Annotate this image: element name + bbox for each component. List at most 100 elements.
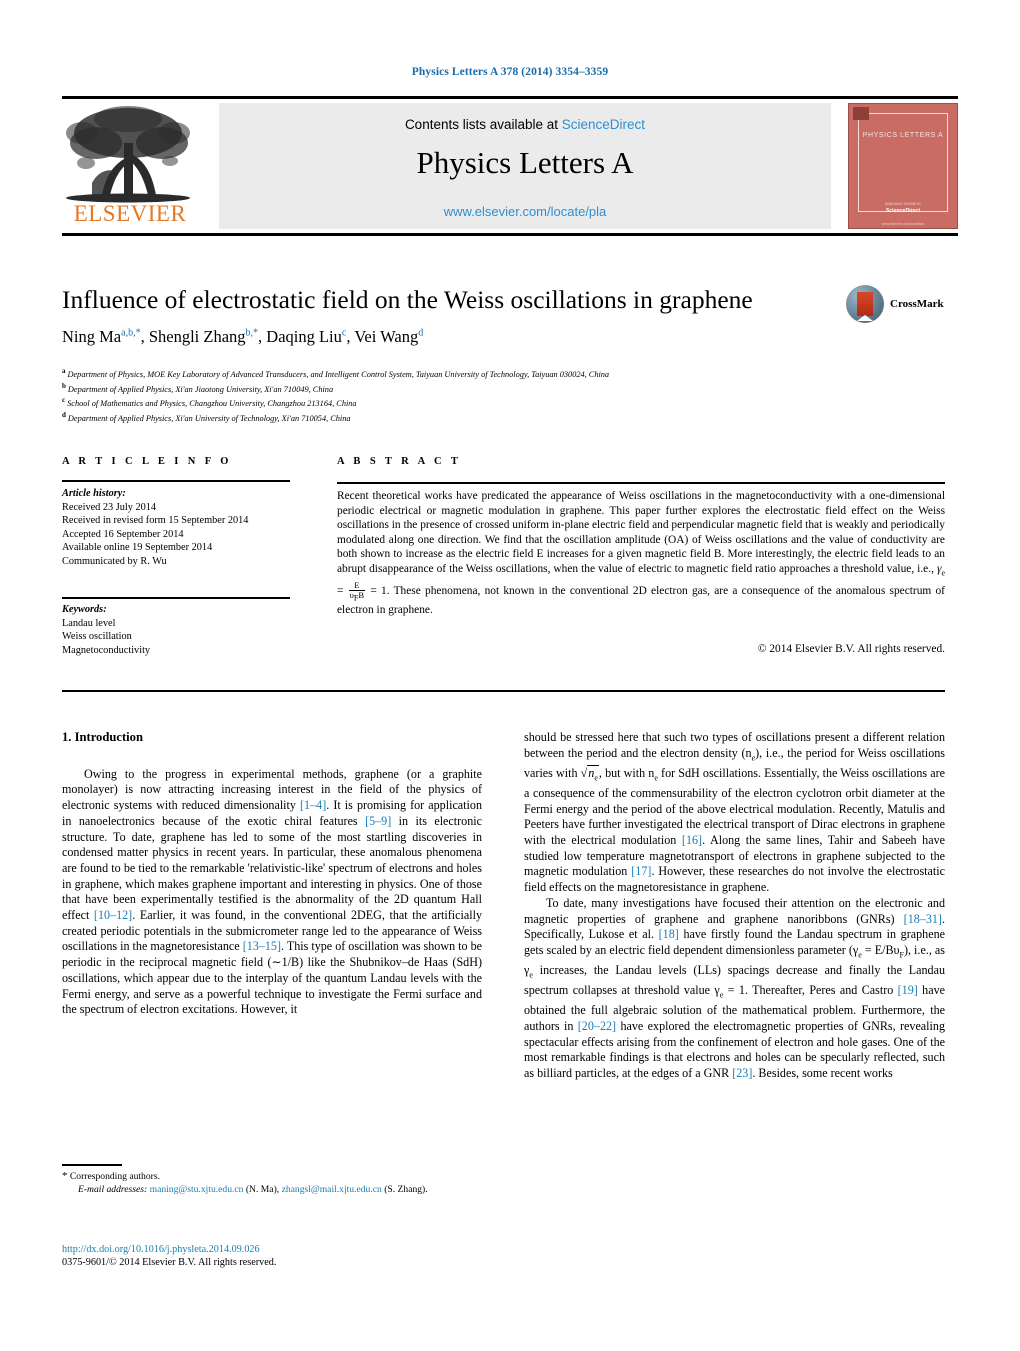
citation-ref[interactable]: [10–12] bbox=[94, 908, 132, 922]
doi-link[interactable]: http://dx.doi.org/10.1016/j.physleta.201… bbox=[62, 1243, 482, 1256]
cover-foot-sciencedirect: ScienceDirect bbox=[885, 208, 921, 214]
paragraph: should be stressed here that such two ty… bbox=[524, 730, 945, 896]
citation-ref[interactable]: [19] bbox=[898, 983, 918, 997]
abstract-copyright: © 2014 Elsevier B.V. All rights reserved… bbox=[757, 643, 945, 655]
paragraph-text: , but with n bbox=[598, 765, 655, 780]
abstract-bottom-rule bbox=[62, 690, 945, 692]
formula-denominator: υFB bbox=[349, 589, 365, 603]
body-column-right: should be stressed here that such two ty… bbox=[524, 730, 945, 1082]
contents-banner: Contents lists available at ScienceDirec… bbox=[219, 103, 831, 229]
history-item: Received 23 July 2014 bbox=[62, 501, 157, 513]
formula-equals: = bbox=[337, 585, 348, 597]
masthead-bottom-rule bbox=[62, 233, 958, 236]
affiliation-mark: b bbox=[62, 381, 66, 390]
affiliation-mark: c bbox=[62, 396, 66, 405]
abstract-part-1: Recent theoretical works have predicated… bbox=[337, 490, 945, 575]
citation-ref[interactable]: [13–15] bbox=[243, 939, 281, 953]
abstract-part-2: These phenomena, not known in the conven… bbox=[337, 585, 945, 616]
history-item: Accepted 16 September 2014 bbox=[62, 528, 184, 540]
elsevier-wordmark: ELSEVIER bbox=[73, 201, 187, 226]
formula-tail: = 1. bbox=[366, 585, 390, 597]
crossmark-label: CrossMark bbox=[890, 298, 944, 310]
citation-ref[interactable]: [17] bbox=[631, 864, 651, 878]
affiliation-item: c School of Mathematics and Physics, Chan… bbox=[62, 395, 852, 410]
paragraph-text: = E/Bυ bbox=[861, 942, 900, 957]
elsevier-tree-icon bbox=[66, 106, 190, 203]
citation-ref[interactable]: [18–31] bbox=[904, 912, 942, 926]
author-marks: c bbox=[341, 327, 347, 339]
affiliation-mark: d bbox=[62, 410, 66, 419]
paper-page: Physics Letters A 378 (2014) 3354–3359 E… bbox=[0, 0, 1020, 1351]
formula-den-b: B bbox=[358, 589, 365, 600]
cover-journal-name: PHYSICS LETTERS A bbox=[862, 132, 944, 139]
keyword-item: Weiss oscillation bbox=[62, 631, 132, 643]
crossmark-book-icon bbox=[857, 292, 873, 321]
paragraph-text: = 1. Thereafter, Peres and Castro bbox=[723, 983, 898, 998]
masthead-top-rule bbox=[62, 96, 958, 99]
author-marks: a,b,* bbox=[121, 327, 141, 339]
history-item: Communicated by R. Wu bbox=[62, 555, 167, 567]
citation-ref[interactable]: [18] bbox=[659, 927, 679, 941]
crossmark-circle-icon bbox=[846, 285, 884, 323]
corresponding-authors-line: * Corresponding authors. bbox=[62, 1170, 482, 1184]
affiliation-item: b Department of Applied Physics, Xi'an Ji… bbox=[62, 381, 852, 396]
affiliation-item: d Department of Applied Physics, Xi'an Un… bbox=[62, 410, 852, 425]
doi-block: http://dx.doi.org/10.1016/j.physleta.201… bbox=[62, 1243, 482, 1270]
contents-available-line: Contents lists available at ScienceDirec… bbox=[219, 117, 831, 132]
paragraph-text: in its electronic structure. To date, gr… bbox=[62, 813, 483, 923]
sqrt-ne: √ne bbox=[580, 764, 599, 783]
formula-fraction: EυFB bbox=[348, 580, 366, 603]
contents-prefix: Contents lists available at bbox=[404, 117, 562, 132]
citation-ref[interactable]: [20–22] bbox=[578, 1019, 616, 1033]
keywords-label: Keywords: bbox=[62, 604, 107, 615]
affiliation-item: a Department of Physics, MOE Key Laborato… bbox=[62, 366, 852, 381]
citation-ref[interactable]: [5–9] bbox=[365, 814, 391, 828]
article-history-label: Article history: bbox=[62, 488, 126, 499]
issn-copyright-line: 0375-9601/© 2014 Elsevier B.V. All right… bbox=[62, 1257, 277, 1269]
history-item: Received in revised form 15 September 20… bbox=[62, 515, 249, 527]
section-heading-introduction: 1. Introduction bbox=[62, 730, 143, 744]
footnote-block: * Corresponding authors. E-mail addresse… bbox=[62, 1170, 482, 1196]
footnote-rule bbox=[62, 1164, 122, 1166]
keyword-item: Magnetoconductivity bbox=[62, 644, 151, 656]
corresponding-authors-text: Corresponding authors. bbox=[69, 1171, 160, 1182]
citation-ref[interactable]: [23] bbox=[732, 1066, 752, 1080]
affiliation-text: Department of Applied Physics, Xi'an Jia… bbox=[67, 384, 334, 394]
paragraph-text: . Besides, some recent works bbox=[752, 1066, 893, 1081]
abstract-rule bbox=[337, 482, 945, 484]
affiliation-text: Department of Physics, MOE Key Laborator… bbox=[67, 369, 610, 379]
author-name: Shengli Zhang bbox=[148, 327, 246, 346]
elsevier-logo: ELSEVIER bbox=[62, 103, 198, 229]
keyword-item: Landau level bbox=[62, 617, 116, 629]
email-link-2[interactable]: zhangsl@mail.xjtu.edu.cn bbox=[282, 1184, 382, 1195]
affiliation-text: School of Mathematics and Physics, Chang… bbox=[67, 398, 357, 408]
citation-ref[interactable]: [16] bbox=[682, 833, 702, 847]
formula-gamma-sub: e bbox=[941, 568, 945, 578]
journal-url-link[interactable]: www.elsevier.com/locate/pla bbox=[219, 204, 831, 219]
body-column-left: 1. Introduction Owing to the progress in… bbox=[62, 730, 482, 1018]
author-name: Ning Ma bbox=[62, 327, 122, 346]
running-head: Physics Letters A 378 (2014) 3354–3359 bbox=[411, 66, 609, 78]
affiliation-list: a Department of Physics, MOE Key Laborato… bbox=[62, 366, 852, 424]
article-info-heading: A R T I C L E I N F O bbox=[62, 456, 232, 467]
page-title: Influence of electrostatic field on the … bbox=[62, 285, 753, 314]
article-info-rule-top bbox=[62, 480, 290, 482]
cover-foot-available: AVAILABLE ONLINE AT bbox=[884, 202, 922, 206]
sciencedirect-link[interactable]: ScienceDirect bbox=[562, 117, 645, 132]
cover-badge-icon bbox=[853, 107, 869, 120]
cover-foot-url: www.elsevier.com/locate/pla bbox=[881, 222, 925, 226]
email-owner-1: (N. Ma), bbox=[245, 1183, 280, 1195]
author-list: Ning Maa,b,*, Shengli Zhangb,*, Daqing L… bbox=[62, 327, 424, 346]
paragraph: To date, many investigations have focuse… bbox=[524, 896, 945, 1082]
crossmark-badge[interactable]: CrossMark bbox=[846, 285, 958, 325]
asterisk-icon: * bbox=[62, 1170, 68, 1182]
email-label: E-mail addresses: bbox=[78, 1183, 148, 1195]
citation-ref[interactable]: [1–4] bbox=[300, 798, 326, 812]
abstract-heading: A B S T R A C T bbox=[337, 456, 462, 467]
author-marks: d bbox=[418, 327, 424, 339]
author-name: Daqing Liu bbox=[266, 327, 342, 346]
author-marks: b,* bbox=[245, 327, 259, 339]
sqrt-sub: e bbox=[594, 773, 598, 783]
article-history-block: Article history: Received 23 July 2014 R… bbox=[62, 487, 294, 569]
email-link-1[interactable]: maning@stu.xjtu.edu.cn bbox=[150, 1184, 244, 1195]
